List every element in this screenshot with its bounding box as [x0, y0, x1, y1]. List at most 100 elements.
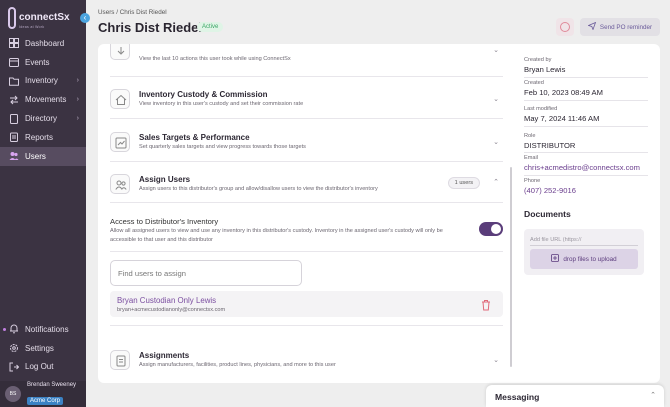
sidebar-item-settings[interactable]: Settings — [0, 339, 86, 358]
section-sales-targets[interactable]: Sales Targets & Performance Set quarterl… — [110, 120, 503, 162]
sidebar-item-inventory[interactable]: Inventory › — [0, 72, 86, 91]
find-users-input[interactable] — [110, 260, 302, 286]
chevron-down-icon[interactable]: ⌄ — [493, 46, 499, 54]
sidebar-item-logout[interactable]: Log Out — [0, 358, 86, 377]
bell-icon — [9, 324, 19, 334]
scrollbar[interactable] — [510, 167, 512, 367]
sidebar-item-label: Movements — [25, 95, 67, 105]
section-title: Assignments — [139, 351, 190, 360]
drop-zone-label: drop files to upload — [563, 255, 617, 263]
org-badge: Acme Corp — [27, 397, 64, 405]
activity-icon — [110, 44, 130, 60]
email-link[interactable]: chris+acmedistro@connectsx.com — [524, 163, 648, 172]
sidebar-item-label: Settings — [25, 343, 54, 353]
chevron-right-icon: › — [76, 96, 79, 104]
section-activity[interactable]: View the last 10 actions this user took … — [110, 44, 503, 77]
phone-link[interactable]: (407) 252-9016 — [524, 186, 648, 195]
chevron-down-icon[interactable]: ⌄ — [493, 138, 499, 146]
created-label: Created — [524, 80, 544, 86]
chevron-right-icon: › — [76, 77, 79, 85]
collapse-sidebar-button[interactable]: ‹ — [80, 13, 90, 23]
breadcrumb: Users / Chris Dist Riedel — [98, 9, 167, 16]
sidebar-item-label: Events — [25, 57, 50, 67]
sidebar-item-notifications[interactable]: Notifications — [0, 320, 86, 339]
sidebar-item-label: Notifications — [25, 324, 69, 334]
role-value: DISTRIBUTOR — [524, 141, 576, 150]
documents-title: Documents — [524, 209, 571, 219]
sidebar-bottom-nav: Notifications Settings Log Out — [0, 320, 86, 376]
divider — [524, 100, 648, 101]
divider — [524, 77, 648, 78]
divider — [110, 251, 503, 252]
file-url-input[interactable] — [530, 234, 638, 246]
assigned-user-row[interactable]: Bryan Custodian Only Lewis bryan+acmecus… — [110, 291, 503, 317]
sidebar-nav: Dashboard Events Inventory › Movements ›… — [0, 34, 86, 166]
logo-text: connectSx — [19, 12, 70, 23]
sidebar-item-label: Reports — [25, 132, 54, 142]
book-icon — [9, 113, 19, 124]
notification-dot-icon — [3, 328, 6, 331]
sidebar-item-label: Directory — [25, 114, 58, 124]
section-description: Assign users to this distributor's group… — [139, 186, 378, 192]
access-title: Access to Distributor's Inventory — [110, 217, 219, 226]
access-description: Allow all assigned users to view and use… — [110, 228, 443, 243]
users-group-icon — [110, 174, 130, 194]
phone-label: Phone — [524, 178, 541, 184]
clipboard-list-icon — [110, 350, 130, 370]
breadcrumb-users-link[interactable]: Users — [98, 9, 114, 16]
logo[interactable]: connectSx Ideas at Work — [8, 7, 70, 29]
breadcrumb-separator: / — [116, 9, 118, 16]
toggle-knob — [491, 224, 501, 234]
document-upload: drop files to upload — [524, 229, 644, 275]
arrows-icon — [9, 95, 19, 105]
chevron-right-icon: › — [76, 115, 79, 123]
section-title: Assign Users — [139, 175, 191, 184]
folder-icon — [9, 76, 19, 86]
section-title: Inventory Custody & Commission — [139, 90, 268, 99]
send-po-reminder-label: Send PO reminder — [599, 23, 653, 31]
divider — [524, 152, 648, 153]
drop-zone[interactable]: drop files to upload — [530, 249, 638, 269]
trash-icon[interactable] — [481, 298, 491, 311]
upload-icon — [551, 254, 560, 264]
section-description: View the last 10 actions this user took … — [139, 56, 291, 62]
sidebar-item-reports[interactable]: Reports — [0, 128, 86, 147]
deactivate-button[interactable] — [556, 18, 574, 36]
sidebar-item-label: Inventory — [25, 76, 58, 86]
dashboard-icon — [9, 38, 19, 49]
calendar-icon — [9, 57, 19, 68]
status-badge: Active — [197, 22, 224, 32]
created-by-label: Created by — [524, 57, 552, 63]
section-description: Set quarterly sales targets and view pro… — [139, 144, 306, 150]
clipboard-icon — [9, 132, 19, 143]
modified-label: Last modified — [524, 106, 558, 112]
sidebar-item-movements[interactable]: Movements › — [0, 90, 86, 109]
assigned-user-email: bryan+acmecustodianonly@connectsx.com — [117, 307, 226, 313]
ring-icon — [560, 22, 570, 32]
sidebar-item-dashboard[interactable]: Dashboard — [0, 34, 86, 53]
send-po-reminder-button[interactable]: Send PO reminder — [580, 18, 660, 36]
modified-value: May 7, 2024 11:46 AM — [524, 114, 600, 123]
current-user[interactable]: BS Brendan Sweeney Acme Corp — [0, 381, 86, 407]
section-assignments[interactable]: Assignments Assign manufacturers, facili… — [110, 338, 503, 380]
chevron-down-icon[interactable]: ⌄ — [493, 95, 499, 103]
chevron-up-icon[interactable]: ⌃ — [493, 178, 499, 186]
messaging-title: Messaging — [495, 392, 540, 402]
sidebar-item-users[interactable]: Users — [0, 146, 86, 166]
access-toggle[interactable] — [479, 222, 503, 236]
divider — [524, 175, 648, 176]
section-inventory-custody[interactable]: Inventory Custody & Commission View inve… — [110, 77, 503, 119]
chevron-up-icon[interactable]: ⌃ — [650, 391, 656, 399]
gear-icon — [9, 343, 19, 353]
section-description: Assign manufacturers, facilities, produc… — [139, 362, 336, 368]
section-assign-users[interactable]: Assign Users Assign users to this distri… — [110, 163, 503, 203]
house-icon — [110, 89, 130, 109]
sidebar-item-events[interactable]: Events — [0, 53, 86, 72]
send-icon — [587, 21, 597, 32]
sidebar-item-label: Log Out — [25, 362, 54, 372]
messaging-panel[interactable]: Messaging ⌃ — [486, 385, 664, 407]
chevron-down-icon[interactable]: ⌄ — [493, 356, 499, 364]
sidebar: connectSx Ideas at Work Dashboard Events… — [0, 0, 86, 407]
sidebar-item-directory[interactable]: Directory › — [0, 109, 86, 128]
assigned-user-name[interactable]: Bryan Custodian Only Lewis — [117, 296, 216, 305]
